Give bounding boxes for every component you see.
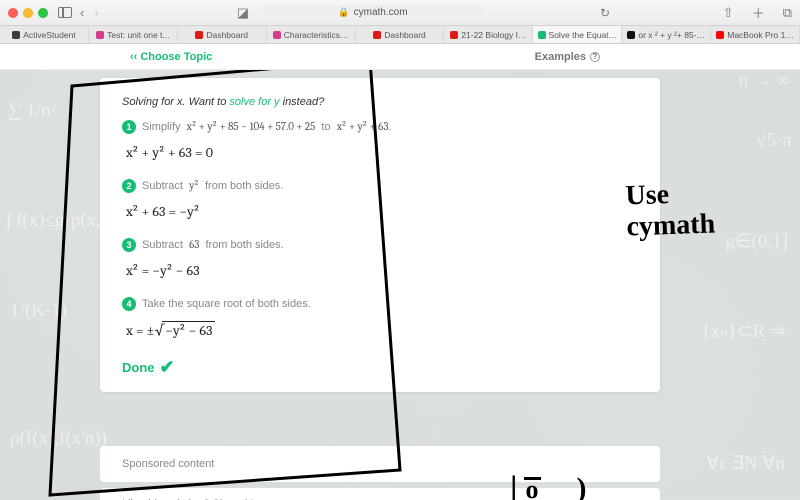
share-icon[interactable]: ⇧ [723, 5, 734, 21]
solution-step: 4 Take the square root of both sides. x … [122, 297, 638, 339]
browser-toolbar: ‹ › ◪ 🔒 cymath.com ↻ ⇧ ＋ ⧉ [0, 0, 800, 26]
tab-label: or x ² + y ²+ 85-… [638, 30, 705, 40]
url-host: cymath.com [354, 7, 408, 18]
step-badge: 4 [122, 297, 136, 311]
step-badge: 2 [122, 179, 136, 193]
sidebar-icon[interactable] [58, 7, 72, 18]
solution-step: 1 Simplify x² + y² + 85 − 104 + 57.0 + 2… [122, 120, 638, 161]
solving-for-line: Solving for x. Want to solve for y inste… [122, 96, 638, 108]
solution-step: 2 Subtract y² from both sides. x² + 63 =… [122, 179, 638, 220]
step-result: x² + 63 = −y² [126, 203, 638, 220]
url-bar[interactable]: 🔒 cymath.com [263, 5, 483, 21]
tab-favicon [716, 31, 724, 39]
page-secondary-nav: ‹‹ Choose Topic Examples ? [0, 44, 800, 70]
window-fullscreen[interactable] [38, 8, 48, 18]
solve-for-y-link[interactable]: solve for y [229, 96, 279, 108]
browser-tab[interactable]: Solve the Equat… [533, 26, 622, 43]
choose-topic-link[interactable]: ‹‹ Choose Topic [130, 51, 212, 63]
lock-icon: 🔒 [338, 7, 349, 18]
forward-button[interactable]: › [92, 5, 100, 20]
browser-tab[interactable]: ActiveStudent [0, 26, 89, 43]
tab-label: ActiveStudent [23, 30, 75, 40]
browser-tab[interactable]: 21-22 Biology I… [444, 26, 533, 43]
tab-favicon [12, 31, 20, 39]
help-icon: ? [590, 52, 600, 62]
solution-step: 3 Subtract 63 from both sides. x² = −y² … [122, 238, 638, 279]
step-result: x² + y² + 63 = 0 [126, 144, 638, 161]
browser-tab[interactable]: Test: unit one t... [89, 26, 178, 43]
content-area: ∑ 1/n² n → ∞ √5·π ∫ f(x)≤g·p(x,x) g∈(0,1… [0, 70, 800, 500]
browser-tab[interactable]: or x ² + y ²+ 85-… [622, 26, 711, 43]
tab-favicon [627, 31, 635, 39]
step-badge: 3 [122, 238, 136, 252]
tab-label: Solve the Equat… [549, 30, 618, 40]
browser-tab[interactable]: Characteristics… [267, 26, 356, 43]
sponsored-card: Sponsored content [100, 446, 660, 482]
tab-favicon [373, 31, 381, 39]
tab-label: MacBook Pro 1… [727, 30, 794, 40]
examples-link[interactable]: Examples ? [535, 51, 600, 63]
tab-favicon [538, 31, 546, 39]
tab-favicon [195, 31, 203, 39]
browser-tab[interactable]: Dashboard [178, 26, 267, 43]
check-icon: ✔ [160, 357, 175, 378]
chevron-left-icon: ‹‹ [130, 51, 137, 63]
window-close[interactable] [8, 8, 18, 18]
tab-favicon [273, 31, 281, 39]
tab-overview-icon[interactable]: ⧉ [783, 5, 792, 21]
tab-label: Dashboard [206, 30, 248, 40]
tab-label: Test: unit one t... [107, 30, 169, 40]
new-tab-icon[interactable]: ＋ [752, 3, 765, 22]
share-card: Like this solution? Share it! [100, 488, 660, 500]
tab-bar: ActiveStudent Test: unit one t... Dashboar… [0, 26, 800, 44]
privacy-shield-icon[interactable]: ◪ [237, 5, 249, 21]
step-result: x = ±√−y² − 63 [126, 321, 638, 339]
tab-label: 21-22 Biology I… [461, 30, 526, 40]
solution-card: Solving for x. Want to solve for y inste… [100, 78, 660, 392]
tab-label: Dashboard [384, 30, 426, 40]
step-result: x² = −y² − 63 [126, 262, 638, 279]
refresh-icon[interactable]: ↻ [600, 6, 610, 20]
step-badge: 1 [122, 120, 136, 134]
browser-tab[interactable]: MacBook Pro 1… [711, 26, 800, 43]
done-line: Done ✔ [122, 357, 638, 378]
tab-favicon [96, 31, 104, 39]
tab-label: Characteristics… [284, 30, 349, 40]
browser-tab[interactable]: Dashboard [356, 26, 445, 43]
back-button[interactable]: ‹ [78, 5, 86, 20]
window-minimize[interactable] [23, 8, 33, 18]
tab-favicon [450, 31, 458, 39]
